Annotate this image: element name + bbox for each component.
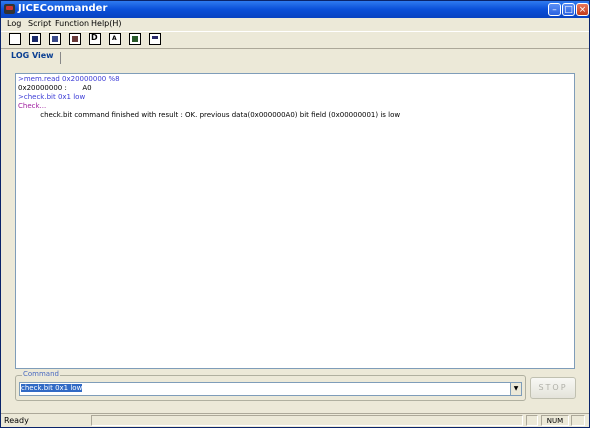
menu-log[interactable]: Log [7, 19, 21, 28]
window-title: JICECommander [18, 3, 108, 14]
command-group: Command check.bit 0x1 low ▼ [15, 370, 526, 401]
app-window: JICECommander – □ × Log Script Function … [0, 0, 590, 428]
close-button[interactable]: × [576, 3, 589, 16]
chevron-down-icon[interactable]: ▼ [510, 383, 521, 395]
log-line: >mem.read 0x20000000 %8 [18, 75, 120, 83]
log-line: check.bit command finished with result :… [18, 111, 401, 119]
maximize-button[interactable]: □ [562, 3, 575, 16]
tab-divider [60, 52, 61, 64]
save-icon[interactable] [29, 33, 41, 45]
command-input[interactable]: check.bit 0x1 low ▼ [19, 382, 522, 396]
stop-button[interactable]: STOP [530, 377, 576, 399]
list-icon[interactable] [69, 33, 81, 45]
tab-strip: LOG View [6, 49, 586, 67]
menu-script[interactable]: Script [28, 19, 51, 28]
menu-bar: Log Script Function Help(H) [1, 18, 589, 30]
log-line: 0x20000000 : A0 [18, 84, 92, 92]
d-icon[interactable]: D [89, 33, 101, 45]
toolbar: D A [1, 31, 589, 49]
tab-log-view[interactable]: LOG View [11, 51, 54, 60]
command-label: Command [22, 370, 60, 378]
status-bar: Ready NUM [1, 413, 589, 427]
num-lock-indicator: NUM [541, 415, 569, 426]
title-bar[interactable]: JICECommander – □ × [1, 1, 589, 18]
command-value: check.bit 0x1 low [21, 384, 83, 392]
menu-help[interactable]: Help(H) [91, 19, 122, 28]
menu-function[interactable]: Function [55, 19, 89, 28]
status-text: Ready [4, 416, 29, 425]
a-icon[interactable]: A [109, 33, 121, 45]
script-icon[interactable] [49, 33, 61, 45]
new-icon[interactable] [9, 33, 21, 45]
log-line: Check... [18, 102, 47, 110]
status-pane [526, 415, 538, 426]
log-output[interactable]: >mem.read 0x20000000 %8 0x20000000 : A0 … [15, 73, 575, 369]
log-line: >check.bit 0x1 low [18, 93, 86, 101]
app-icon [4, 4, 15, 14]
status-pane [91, 415, 523, 426]
status-pane [571, 415, 585, 426]
window-icon[interactable] [149, 33, 161, 45]
minimize-button[interactable]: – [548, 3, 561, 16]
download-icon[interactable] [129, 33, 141, 45]
